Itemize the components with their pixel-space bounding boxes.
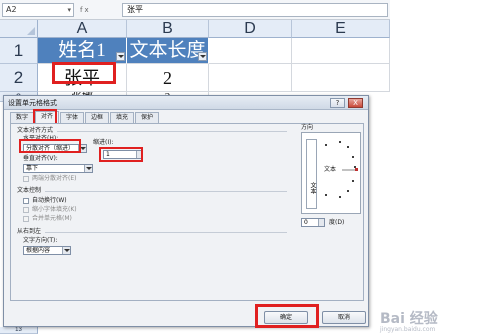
tab-border[interactable]: 边框	[85, 112, 109, 123]
select-all-corner[interactable]	[0, 20, 38, 38]
vertical-align-select[interactable]: 靠下	[23, 164, 93, 173]
rtl-section: 从右到左	[17, 228, 42, 235]
formula-bar: A2 ▾ fx 张平	[0, 0, 390, 20]
spinner-arrows-icon[interactable]	[318, 219, 324, 226]
cell-a1-text: 姓名1	[58, 40, 106, 61]
row-header-2[interactable]: 2	[0, 64, 38, 92]
chevron-down-icon[interactable]: ▾	[67, 4, 71, 16]
tab-fill[interactable]: 填充	[110, 112, 134, 123]
indent-highlight	[99, 147, 143, 162]
dialog-title: 设置单元格格式	[8, 99, 57, 107]
column-header-b[interactable]: B	[127, 20, 209, 38]
orientation-section: 方向	[301, 124, 314, 131]
cancel-button[interactable]: 取消	[322, 311, 366, 324]
name-box-value: A2	[6, 5, 17, 14]
column-header-d[interactable]: D	[209, 20, 292, 38]
degrees-value: 0	[304, 219, 308, 226]
vertical-text-option[interactable]: 文本	[306, 139, 317, 209]
formula-input[interactable]: 张平	[122, 3, 388, 17]
chevron-down-icon[interactable]	[62, 247, 70, 254]
shrink-to-fit-label: 缩小字体填充(K)	[32, 206, 77, 213]
filter-dropdown-icon[interactable]	[116, 52, 125, 61]
justify-distributed-label: 两端分散对齐(E)	[32, 175, 77, 182]
vertical-align-label: 垂直对齐(V):	[23, 155, 58, 162]
orientation-dial[interactable]	[320, 137, 360, 211]
help-button[interactable]: ?	[330, 98, 345, 108]
text-alignment-section: 文本对齐方式	[17, 127, 54, 134]
fx-icon[interactable]: fx	[80, 3, 120, 17]
cell-b1[interactable]: 文本长度	[127, 38, 209, 64]
row-header-1[interactable]: 1	[0, 38, 38, 64]
background-area	[390, 0, 500, 334]
watermark: Bai 经验 jingyan.baidu.com	[380, 311, 438, 333]
justify-distributed-checkbox[interactable]	[23, 176, 29, 182]
wrap-text-label: 自动换行(W)	[32, 197, 67, 204]
degrees-stepper[interactable]: 0	[301, 218, 325, 227]
orientation-box[interactable]: 文本 文本	[301, 132, 361, 214]
highlight-box	[52, 62, 116, 84]
shrink-to-fit-checkbox[interactable]	[23, 207, 29, 213]
column-header-e[interactable]: E	[292, 20, 390, 38]
dialog-titlebar[interactable]: 设置单元格格式 ? X	[4, 96, 368, 110]
text-direction-select[interactable]: 根据内容	[23, 246, 71, 255]
cell-e1[interactable]	[292, 38, 390, 64]
tab-protection[interactable]: 保护	[135, 112, 159, 123]
cell-e2[interactable]	[292, 64, 390, 92]
divider	[45, 232, 287, 233]
text-control-section: 文本控制	[17, 187, 42, 194]
name-box[interactable]: A2 ▾	[2, 3, 74, 17]
cell-d2[interactable]	[209, 64, 292, 92]
horizontal-text-option[interactable]: 文本	[324, 166, 336, 174]
divider	[57, 131, 287, 132]
horizontal-align-highlight	[19, 139, 81, 153]
text-direction-label: 文字方向(T):	[23, 237, 58, 244]
cell-b2[interactable]: 2	[127, 64, 209, 92]
format-cells-dialog: 设置单元格格式 ? X 数字 对齐 字体 边框 填充 保护 文本对齐方式 水平对…	[3, 95, 369, 328]
vertical-align-value: 靠下	[26, 165, 39, 172]
divider	[45, 191, 287, 192]
merge-cells-checkbox[interactable]	[23, 216, 29, 222]
ok-highlight	[255, 304, 319, 328]
tab-font[interactable]: 字体	[60, 112, 84, 123]
cell-b1-text: 文本长度	[129, 40, 206, 61]
merge-cells-label: 合并单元格(M)	[32, 215, 72, 222]
close-button[interactable]: X	[348, 98, 363, 108]
indent-label: 缩进(I):	[93, 139, 114, 146]
column-header-a[interactable]: A	[38, 20, 127, 38]
text-direction-value: 根据内容	[26, 247, 51, 254]
row-header-13[interactable]: 13	[0, 327, 38, 334]
cell-a1[interactable]: 姓名1	[38, 38, 127, 64]
degrees-label: 度(D)	[329, 219, 345, 226]
chevron-down-icon[interactable]	[84, 165, 92, 172]
tab-number[interactable]: 数字	[10, 112, 34, 123]
filter-dropdown-icon[interactable]	[198, 52, 207, 61]
cell-d1[interactable]	[209, 38, 292, 64]
wrap-text-checkbox[interactable]	[23, 198, 29, 204]
